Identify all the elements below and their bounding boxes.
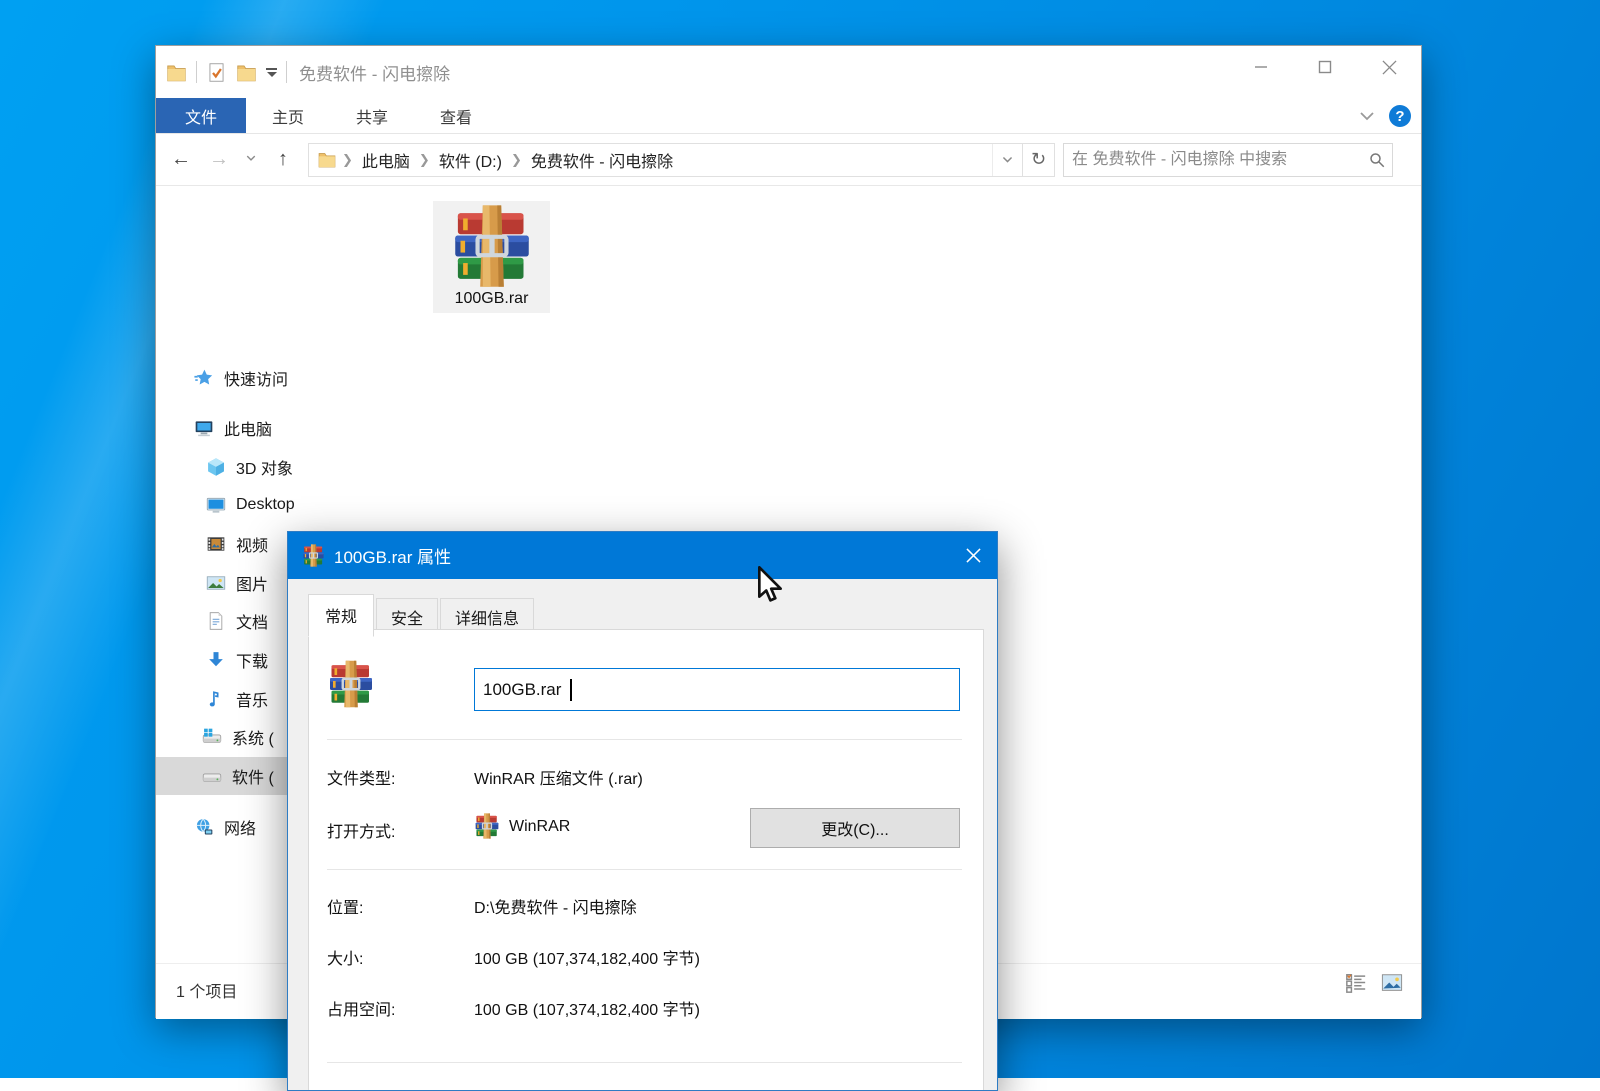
dialog-close-button[interactable] [949,532,997,579]
file-name-label: 100GB.rar [455,290,529,308]
breadcrumb-drive-d[interactable]: 软件 (D:) [435,148,506,172]
minimize-icon [1254,60,1268,74]
size-value: 100 GB (107,374,182,400 字节) [474,945,700,969]
dialog-titlebar[interactable]: 100GB.rar 属性 [288,532,997,579]
details-view-icon[interactable] [1345,972,1367,994]
3d-cube-icon [206,457,226,477]
search-box [1063,143,1393,177]
sidebar-item-quick-access[interactable]: 快速访问 [156,359,421,397]
address-bar[interactable]: ❯ 此电脑 ❯ 软件 (D:) ❯ 免费软件 - 闪电擦除 [308,143,1023,177]
download-arrow-icon [206,650,226,670]
network-globe-icon [194,817,214,837]
file-type-label: 文件类型: [327,765,395,789]
toolbar-separator [286,61,287,83]
winrar-archive-icon [450,204,534,288]
picture-icon [206,573,226,593]
general-tab-panel: 文件类型: WinRAR 压缩文件 (.rar) 打开方式: WinRAR 更改… [308,629,984,1091]
sidebar-item-this-pc[interactable]: 此电脑 [156,409,421,447]
text-caret [570,679,572,701]
explorer-titlebar[interactable]: 免费软件 - 闪电擦除 [156,46,1421,98]
window-folder-icon [166,62,187,83]
close-icon [1382,60,1397,75]
divider [327,1062,962,1063]
address-dropdown-chevron-icon[interactable] [992,144,1022,176]
music-note-icon [206,689,226,709]
toolbar-separator [196,61,197,83]
location-label: 位置: [327,894,363,918]
system-drive-icon [202,727,222,747]
recent-locations-chevron-icon[interactable] [238,152,264,167]
breadcrumb-this-pc[interactable]: 此电脑 [358,148,414,172]
quick-access-star-icon [194,368,214,388]
sidebar-item-desktop[interactable]: Desktop [156,486,421,524]
thumbnail-view-icon[interactable] [1381,972,1403,994]
opens-with-label: 打开方式: [327,818,395,842]
up-button[interactable]: ↑ [264,148,302,171]
quick-access-toolbar [156,61,287,83]
tab-file[interactable]: 文件 [156,98,246,133]
tab-general[interactable]: 常规 [308,594,374,637]
desktop-wallpaper: 免费软件 - 闪电擦除 文件 主页 共享 查看 ? [0,0,1600,1078]
filename-input[interactable] [474,668,960,711]
opens-with-value: WinRAR [509,818,570,836]
minimize-button[interactable] [1229,46,1293,88]
tab-share[interactable]: 共享 [330,98,414,133]
divider [327,869,962,870]
refresh-button[interactable]: ↻ [1023,143,1055,177]
size-on-disk-value: 100 GB (107,374,182,400 字节) [474,996,700,1020]
close-button[interactable] [1357,46,1421,88]
address-folder-icon [317,150,337,169]
customize-qat-dropdown-icon[interactable] [266,68,277,77]
file-item-100gb-rar[interactable]: 100GB.rar [433,201,550,313]
search-icon[interactable] [1368,151,1386,169]
breadcrumb-separator-icon: ❯ [418,152,431,168]
winrar-archive-icon [302,544,325,567]
new-folder-shortcut-icon[interactable] [236,62,257,83]
maximize-button[interactable] [1293,46,1357,88]
location-value: D:\免费软件 - 闪电擦除 [474,894,637,918]
properties-dialog: 100GB.rar 属性 常规 安全 详细信息 文件类型: WinRAR 压缩文… [287,531,998,1091]
film-icon [206,534,226,554]
item-count-label: 1 个项目 [176,978,237,1002]
document-icon [206,611,226,631]
navigation-bar: ← → ↑ ❯ 此电脑 ❯ 软件 (D:) ❯ 免费软件 - 闪电擦除 [156,134,1421,186]
ribbon-tab-bar: 文件 主页 共享 查看 ? [156,98,1421,134]
back-button[interactable]: ← [162,148,200,171]
dialog-title: 100GB.rar 属性 [334,543,451,568]
close-icon [966,548,981,563]
winrar-app-icon [474,813,500,839]
properties-shortcut-icon[interactable] [206,62,227,83]
maximize-icon [1318,60,1332,74]
breadcrumb-separator-icon: ❯ [510,152,523,168]
tab-home[interactable]: 主页 [246,98,330,133]
size-on-disk-label: 占用空间: [327,996,395,1020]
file-type-value: WinRAR 压缩文件 (.rar) [474,765,643,789]
window-title: 免费软件 - 闪电擦除 [299,60,450,85]
breadcrumb-separator-icon: ❯ [341,152,354,168]
change-button[interactable]: 更改(C)... [750,808,960,848]
divider [327,739,962,740]
computer-icon [194,418,214,438]
size-label: 大小: [327,945,363,969]
winrar-archive-icon [327,660,375,708]
desktop-monitor-icon [206,495,226,515]
tab-view[interactable]: 查看 [414,98,498,133]
collapse-ribbon-chevron-icon[interactable] [1359,108,1375,124]
drive-icon [202,766,222,786]
help-button[interactable]: ? [1389,105,1411,127]
breadcrumb-current-folder[interactable]: 免费软件 - 闪电擦除 [527,148,677,172]
forward-button[interactable]: → [200,148,238,171]
search-input[interactable] [1064,144,1362,176]
sidebar-item-3d-objects[interactable]: 3D 对象 [156,448,421,486]
